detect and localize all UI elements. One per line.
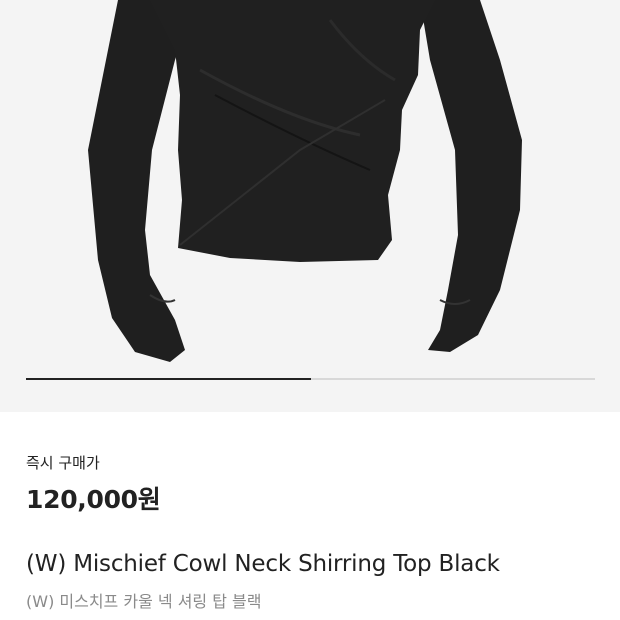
carousel-progress bbox=[26, 378, 311, 380]
image-carousel-indicator[interactable] bbox=[26, 378, 595, 380]
product-info: 즉시 구매가 120,000원 (W) Mischief Cowl Neck S… bbox=[0, 412, 620, 620]
product-image[interactable] bbox=[0, 0, 620, 412]
product-name-english: (W) Mischief Cowl Neck Shirring Top Blac… bbox=[26, 551, 500, 577]
garment-body bbox=[150, 0, 435, 262]
right-sleeve bbox=[420, 0, 522, 352]
price-label: 즉시 구매가 bbox=[26, 454, 100, 472]
price: 120,000원 bbox=[26, 485, 161, 514]
product-name-korean: (W) 미스치프 카울 넥 셔링 탑 블랙 bbox=[26, 592, 262, 611]
product-photo bbox=[88, 0, 522, 362]
product-detail-page: 즉시 구매가 120,000원 (W) Mischief Cowl Neck S… bbox=[0, 0, 620, 620]
